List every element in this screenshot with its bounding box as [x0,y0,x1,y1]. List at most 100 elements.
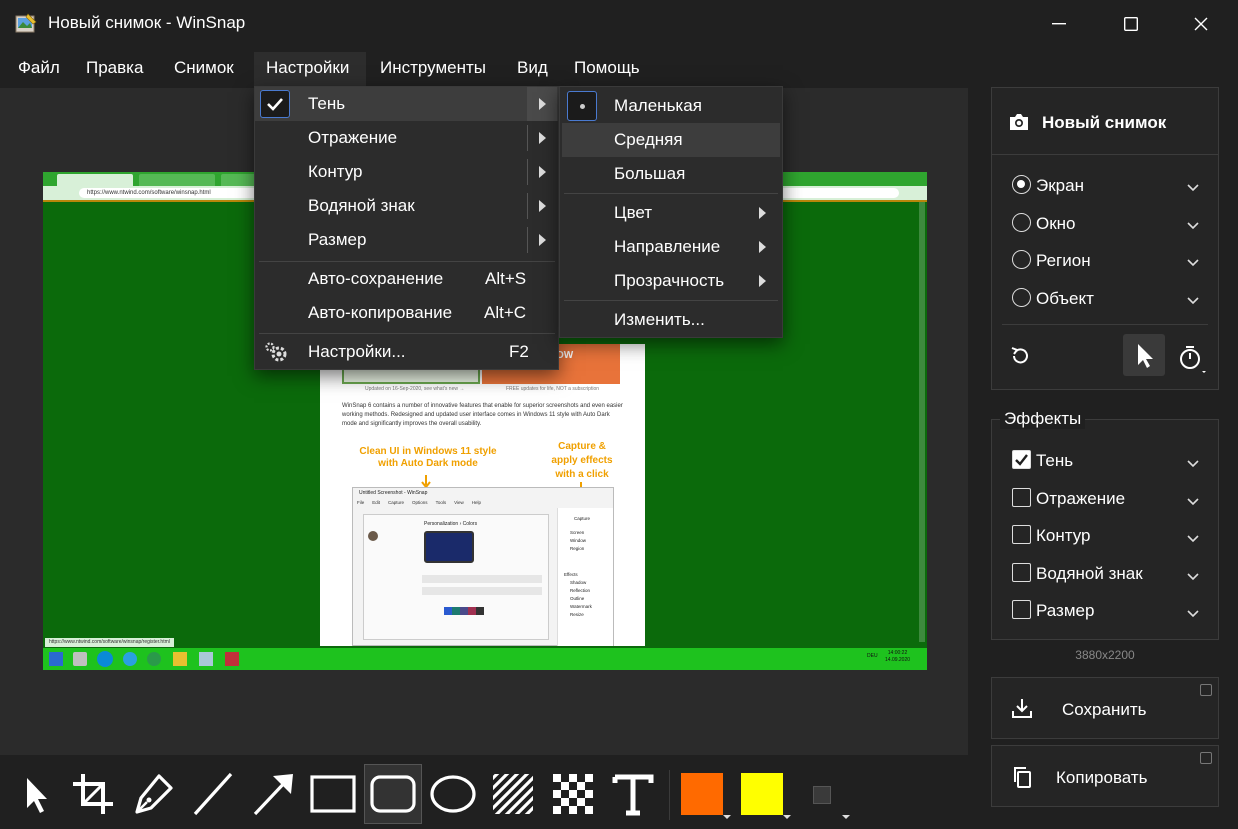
mode-screen[interactable]: Экран [1002,170,1212,200]
checkbox[interactable] [1012,563,1031,582]
effect-label: Водяной знак [1036,564,1143,583]
pointer-icon [27,778,47,813]
copy-label: Копировать [1056,768,1148,787]
browser-scrollbar [919,202,925,642]
hatch-tool[interactable] [484,764,542,824]
effect-outline[interactable]: Контур [1002,521,1212,551]
menu-item-shortcut: Alt+C [484,303,527,322]
menu-item-reflection[interactable]: Отражение [255,121,558,155]
maximize-button[interactable] [1096,0,1166,48]
menu-item-shadow[interactable]: Тень [255,87,558,121]
submenu-item-color[interactable]: Цвет [560,196,782,230]
menu-item-auto-save[interactable]: Авто-сохранение Alt+S [255,262,558,296]
effect-shadow[interactable]: Тень [1002,446,1212,476]
submenu-item-medium[interactable]: Средняя [562,123,780,157]
checkbox[interactable] [1012,600,1031,619]
chevron-down-icon[interactable] [1186,609,1200,619]
inner-mode: Region [570,546,585,551]
taskbar-app-icon [147,652,161,666]
close-button[interactable] [1166,0,1236,48]
submenu-item-label: Большая [614,164,686,183]
secondary-color-swatch[interactable] [741,773,791,819]
primary-color-swatch[interactable] [681,773,731,819]
menu-help[interactable]: Помощь [562,52,652,86]
submenu-item-small[interactable]: Маленькая [560,89,782,123]
menu-capture[interactable]: Снимок [162,52,246,86]
effect-reflection[interactable]: Отражение [1002,484,1212,514]
chevron-down-icon[interactable] [1186,258,1200,268]
radio-button[interactable] [1012,175,1031,194]
timer-icon[interactable] [1175,342,1211,374]
minimize-button[interactable] [1024,0,1094,48]
pointer-toggle-button[interactable] [1123,334,1165,376]
line-tool[interactable] [184,764,242,824]
inner-personalization: Personalization › Colors [424,521,478,527]
text-tool[interactable] [604,764,662,824]
inner-menu-item: View [454,500,464,505]
chevron-right-icon [539,234,546,246]
browser-status-url: https://www.ntwind.com/software/winsnap/… [45,638,174,647]
effect-watermark[interactable]: Водяной знак [1002,559,1212,589]
pointer-tool[interactable] [6,764,64,824]
menu-edit[interactable]: Правка [74,52,155,86]
chevron-down-icon[interactable] [1186,497,1200,507]
chevron-down-icon[interactable] [1186,572,1200,582]
taskbar-app-icon [73,652,87,666]
submenu-item-label: Цвет [614,203,653,222]
chevron-down-icon[interactable] [1186,183,1200,193]
menu-file[interactable]: Файл [6,52,72,86]
mode-region[interactable]: Регион [1002,245,1212,275]
menu-item-watermark[interactable]: Водяной знак [255,189,558,223]
submenu-item-edit[interactable]: Изменить... [560,303,782,337]
rounded-rectangle-tool[interactable] [364,764,422,824]
menu-view[interactable]: Вид [505,52,560,86]
repeat-capture-icon[interactable] [1008,344,1032,368]
radio-button[interactable] [1012,250,1031,269]
save-button[interactable]: Сохранить [991,677,1219,739]
rectangle-tool[interactable] [304,764,362,824]
pixelate-tool[interactable] [544,764,602,824]
radio-button[interactable] [1012,213,1031,232]
panel-divider [992,154,1218,155]
inner-menu-item: File [357,500,365,505]
dropdown-caret-icon [783,815,791,819]
submenu-item-direction[interactable]: Направление [560,230,782,264]
menu-item-resize[interactable]: Размер [255,223,558,257]
capture-panel-title[interactable]: Новый снимок [1042,113,1166,133]
checkbox[interactable] [1012,525,1031,544]
auto-copy-checkbox[interactable] [1200,752,1212,764]
checkbox[interactable] [1012,450,1031,469]
menu-tools[interactable]: Инструменты [368,52,498,86]
copy-button[interactable]: Копировать [991,745,1219,807]
submenu-divider [527,125,528,151]
mode-window[interactable]: Окно [1002,208,1212,238]
menu-item-label: Настройки... [308,342,406,361]
submenu-item-transparency[interactable]: Прозрачность [560,264,782,298]
radio-button[interactable] [1012,288,1031,307]
ellipse-tool[interactable] [424,764,482,824]
effect-resize[interactable]: Размер [1002,596,1212,626]
arrow-tool[interactable] [244,764,302,824]
chevron-down-icon[interactable] [1186,296,1200,306]
inner-effects: Effects [564,572,578,577]
pen-tool[interactable] [124,764,182,824]
submenu-item-large[interactable]: Большая [560,157,782,191]
chevron-down-icon[interactable] [1186,534,1200,544]
caption-left: Updated on 16-Sep-2020, see what's new → [365,386,465,392]
menu-item-auto-copy[interactable]: Авто-копирование Alt+C [255,296,558,330]
menu-separator [259,333,555,334]
menu-settings[interactable]: Настройки [254,52,366,86]
chevron-down-icon[interactable] [1186,459,1200,469]
crop-tool[interactable] [64,764,122,824]
menu-item-preferences[interactable]: Настройки... F2 [255,335,558,369]
auto-save-checkbox[interactable] [1200,684,1212,696]
chevron-down-icon[interactable] [1186,221,1200,231]
title-bar: Новый снимок - WinSnap [0,0,1238,48]
checkbox[interactable] [1012,488,1031,507]
menu-item-label: Авто-копирование [308,303,453,322]
inner-capture: Capture [574,516,591,521]
line-width-selector[interactable] [813,786,850,819]
mode-object[interactable]: Объект [1002,283,1212,313]
checkmark-icon [1015,454,1028,466]
menu-item-outline[interactable]: Контур [255,155,558,189]
